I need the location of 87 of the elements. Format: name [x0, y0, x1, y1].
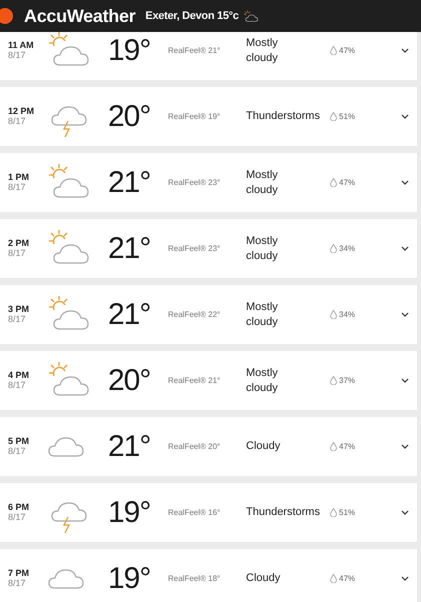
- hour-date: 8/17: [8, 50, 27, 60]
- hour-card[interactable]: 1 PM 8/17 21° RealFeel® 23° Mostly cloudy 47%: [0, 153, 417, 212]
- precipitation-text: 34%: [339, 242, 356, 254]
- realfeel-text: RealFeel® 22°: [168, 308, 222, 320]
- temperature-text: 21°: [108, 297, 152, 333]
- precipitation-text: 47%: [339, 44, 356, 56]
- hour-date: 8/17: [8, 446, 27, 456]
- hour-time: 2 PM: [8, 238, 30, 248]
- chevron-down-icon[interactable]: [401, 444, 409, 449]
- realfeel-text: RealFeel® 21°: [168, 44, 222, 56]
- realfeel-text: RealFeel® 19°: [168, 110, 222, 122]
- chevron-down-icon[interactable]: [401, 246, 409, 251]
- hour-date: 8/17: [8, 578, 27, 588]
- raindrop-icon: [330, 376, 337, 385]
- condition-text: Mostly cloudy: [246, 366, 278, 395]
- brand-name[interactable]: AccuWeather: [24, 2, 136, 30]
- location-text[interactable]: Exeter, Devon 15°c: [145, 8, 239, 24]
- condition-text: Mostly cloudy: [246, 300, 278, 329]
- raindrop-icon: [330, 508, 337, 517]
- partly-cloudy-icon: [242, 10, 259, 22]
- chevron-down-icon[interactable]: [401, 180, 409, 185]
- hour-time: 12 PM: [8, 106, 36, 116]
- hour-date: 8/17: [8, 248, 27, 258]
- precipitation-text: 47%: [339, 572, 356, 584]
- temperature-text: 21°: [108, 165, 152, 201]
- temperature-text: 21°: [108, 231, 152, 267]
- precipitation-text: 51%: [339, 506, 356, 518]
- precipitation-text: 37%: [339, 374, 356, 386]
- chevron-down-icon[interactable]: [401, 378, 409, 383]
- hour-date: 8/17: [8, 380, 27, 390]
- raindrop-icon: [330, 574, 337, 583]
- raindrop-icon: [330, 442, 337, 451]
- chevron-down-icon[interactable]: [401, 312, 409, 317]
- condition-text: Thunderstorms: [246, 505, 320, 520]
- hour-time: 3 PM: [8, 304, 30, 314]
- hour-card[interactable]: 3 PM 8/17 21° RealFeel® 22° Mostly cloudy 34%: [0, 285, 417, 344]
- raindrop-icon: [330, 310, 337, 319]
- precipitation-text: 34%: [339, 308, 356, 320]
- realfeel-text: RealFeel® 18°: [168, 572, 222, 584]
- raindrop-icon: [330, 46, 337, 55]
- temperature-text: 20°: [108, 363, 152, 399]
- realfeel-text: RealFeel® 21°: [168, 374, 222, 386]
- hour-card[interactable]: 12 PM 8/17 20° RealFeel® 19° Thunderstorms 51%: [0, 87, 417, 146]
- raindrop-icon: [330, 178, 337, 187]
- hour-card[interactable]: 2 PM 8/17 21° RealFeel® 23° Mostly cloudy 34%: [0, 219, 417, 278]
- hour-date: 8/17: [8, 512, 27, 522]
- condition-text: Mostly cloudy: [246, 168, 278, 197]
- hour-date: 8/17: [8, 314, 27, 324]
- hour-time: 7 PM: [8, 568, 30, 578]
- chevron-down-icon[interactable]: [401, 114, 409, 119]
- hour-card[interactable]: 4 PM 8/17 20° RealFeel® 21° Mostly cloudy 37%: [0, 351, 417, 410]
- hour-time: 5 PM: [8, 436, 30, 446]
- hour-date: 8/17: [8, 116, 27, 126]
- hour-time: 1 PM: [8, 172, 30, 182]
- hour-time: 4 PM: [8, 370, 30, 380]
- hour-card[interactable]: 6 PM 8/17 19° RealFeel® 16° Thunderstorms 51%: [0, 483, 417, 542]
- hour-time: 11 AM: [8, 40, 35, 50]
- precipitation-text: 47%: [339, 440, 356, 452]
- hour-date: 8/17: [8, 182, 27, 192]
- temperature-text: 19°: [108, 33, 152, 69]
- condition-text: Mostly cloudy: [246, 36, 278, 65]
- condition-text: Mostly cloudy: [246, 234, 278, 263]
- realfeel-text: RealFeel® 23°: [168, 242, 222, 254]
- hour-card[interactable]: 7 PM 8/17 19° RealFeel® 18° Cloudy 47%: [0, 549, 417, 602]
- chevron-down-icon[interactable]: [401, 576, 409, 581]
- condition-text: Thunderstorms: [246, 109, 320, 124]
- temperature-text: 20°: [108, 99, 152, 135]
- temperature-text: 21°: [108, 429, 152, 465]
- temperature-text: 19°: [108, 561, 152, 597]
- raindrop-icon: [330, 244, 337, 253]
- realfeel-text: RealFeel® 23°: [168, 176, 222, 188]
- temperature-text: 19°: [108, 495, 152, 531]
- precipitation-text: 47%: [339, 176, 356, 188]
- raindrop-icon: [330, 112, 337, 121]
- condition-text: Cloudy: [246, 571, 280, 586]
- realfeel-text: RealFeel® 16°: [168, 506, 222, 518]
- cloud-icon: [48, 568, 84, 588]
- precipitation-text: 51%: [339, 110, 356, 122]
- hour-card[interactable]: 5 PM 8/17 21° RealFeel® 20° Cloudy 47%: [0, 417, 417, 476]
- condition-text: Cloudy: [246, 439, 280, 454]
- cloud-icon: [48, 436, 84, 456]
- realfeel-text: RealFeel® 20°: [168, 440, 222, 452]
- hour-time: 6 PM: [8, 502, 30, 512]
- sun-logo-icon: [0, 7, 14, 25]
- chevron-down-icon[interactable]: [401, 48, 409, 53]
- chevron-down-icon[interactable]: [401, 510, 409, 515]
- hour-card[interactable]: 11 AM 8/17 19° RealFeel® 21° Mostly cloudy 47%: [0, 32, 417, 80]
